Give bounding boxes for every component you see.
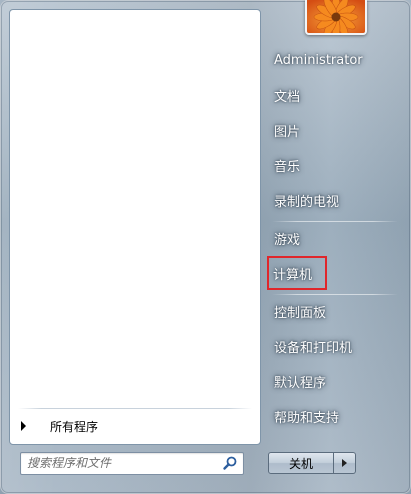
- shutdown-button[interactable]: 关机: [268, 452, 334, 474]
- menu-item-computer[interactable]: 计算机: [267, 256, 327, 290]
- menu-item-control-panel[interactable]: 控制面板: [266, 294, 396, 328]
- all-programs-button[interactable]: 所有程序: [18, 415, 250, 437]
- menu-item-music[interactable]: 音乐: [266, 148, 396, 182]
- triangle-right-icon: [21, 421, 26, 431]
- shutdown-options-button[interactable]: [334, 452, 356, 474]
- search-input[interactable]: [27, 454, 213, 472]
- menu-item-documents[interactable]: 文档: [266, 78, 396, 112]
- user-picture[interactable]: [305, 0, 367, 35]
- menu-item-help-support[interactable]: 帮助和支持: [266, 399, 396, 433]
- menu-item-default-programs[interactable]: 默认程序: [266, 364, 396, 398]
- menu-item-games[interactable]: 游戏: [266, 221, 396, 255]
- menu-item-recorded-tv[interactable]: 录制的电视: [266, 183, 396, 217]
- start-menu: 所有程序 Administrator 文档 图片 音乐 录制的电视 游戏 计算机…: [0, 0, 411, 494]
- pane-divider: [18, 408, 252, 409]
- shutdown-group: 关机: [268, 452, 358, 474]
- menu-item-pictures[interactable]: 图片: [266, 113, 396, 147]
- search-icon[interactable]: [222, 455, 238, 471]
- search-box[interactable]: [20, 452, 244, 475]
- triangle-right-icon: [342, 459, 347, 467]
- flower-picture: [307, 0, 365, 33]
- menu-item-devices-printers[interactable]: 设备和打印机: [266, 329, 396, 363]
- programs-pane: 所有程序: [9, 9, 261, 445]
- menu-item-administrator[interactable]: Administrator: [266, 43, 396, 77]
- all-programs-label: 所有程序: [50, 419, 99, 434]
